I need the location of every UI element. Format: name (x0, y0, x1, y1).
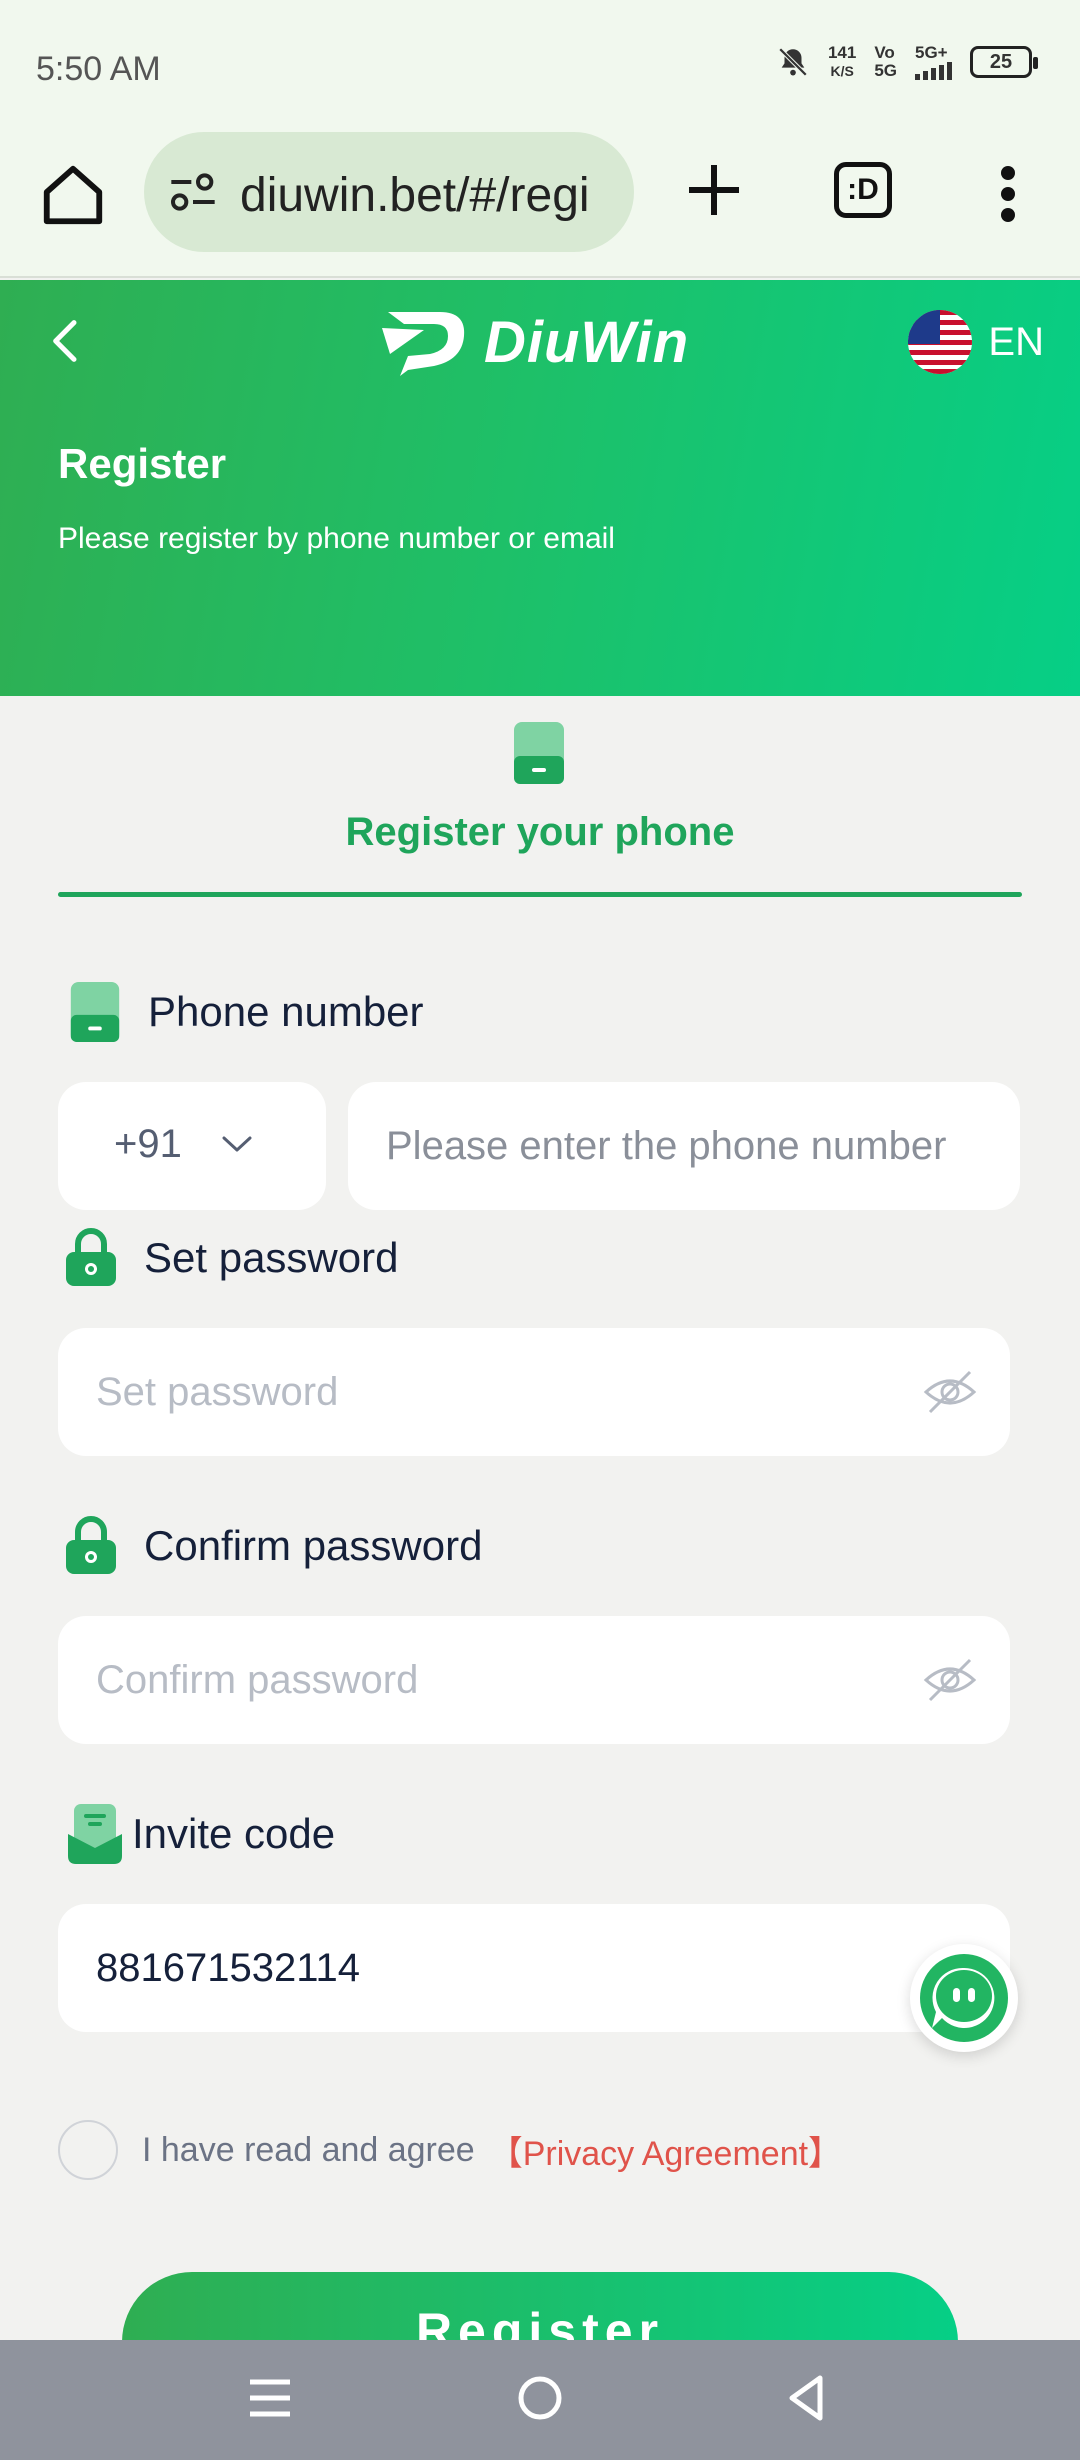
lock-icon (66, 1228, 116, 1286)
invite-code-input[interactable] (96, 1928, 916, 2008)
volte-label: Vo 5G (874, 43, 897, 80)
page-subtitle: Please register by phone number or email (58, 522, 615, 555)
back-arrow-icon[interactable] (44, 316, 84, 366)
phone-number-input[interactable] (386, 1106, 986, 1186)
chat-bubble-icon (920, 1954, 1008, 2042)
status-icons: 141 K/S Vo 5G 5G+ 25 (776, 43, 1038, 80)
system-nav-bar (0, 2340, 1080, 2460)
language-selector[interactable]: EN (908, 310, 1044, 374)
brand-logo: DiuWin (378, 302, 689, 382)
agree-checkbox[interactable] (58, 2120, 118, 2180)
brand-name: DiuWin (484, 309, 690, 375)
site-settings-icon[interactable] (168, 172, 218, 212)
agree-text: I have read and agree (142, 2130, 475, 2169)
tab-register-phone[interactable]: Register your phone (0, 810, 1080, 855)
agreement-row: I have read and agree 【Privacy Agreement… (58, 2120, 842, 2180)
invite-code-label: Invite code (68, 1804, 335, 1864)
net-speed: 141 K/S (827, 43, 857, 80)
url-bar[interactable]: diuwin.bet/#/regi (144, 132, 634, 252)
browser-toolbar: diuwin.bet/#/regi :D (0, 130, 1080, 278)
customer-service-button[interactable] (910, 1944, 1018, 2052)
phone-number-label: Phone number (68, 982, 424, 1042)
new-tab-icon[interactable] (684, 160, 744, 220)
overflow-menu-icon[interactable] (990, 166, 1026, 222)
chevron-down-icon (222, 1136, 252, 1152)
phone-icon (70, 982, 120, 1042)
tab-underline (58, 892, 1022, 897)
status-bar: 5:50 AM 141 K/S Vo 5G 5G+ 25 (0, 0, 1080, 130)
country-code-select[interactable]: +91 (58, 1082, 326, 1210)
phone-tab-icon (514, 722, 564, 784)
eye-off-icon[interactable] (922, 1656, 978, 1704)
invite-icon (68, 1804, 122, 1864)
confirm-password-input[interactable] (96, 1640, 916, 1720)
battery-icon: 25 (970, 46, 1038, 78)
us-flag-icon (908, 310, 973, 374)
set-password-label: Set password (64, 1228, 398, 1288)
register-header: DiuWin EN Register Please register by ph… (0, 280, 1080, 696)
tab-switcher-button[interactable]: :D (834, 162, 892, 218)
bell-muted-icon (778, 47, 808, 77)
country-code-value: +91 (114, 1122, 182, 1166)
set-password-field[interactable] (58, 1328, 1010, 1456)
page-title: Register (58, 440, 227, 487)
back-triangle-icon[interactable] (778, 2368, 838, 2428)
phone-number-field[interactable] (348, 1082, 1020, 1210)
signal-icon: 5G+ (915, 44, 952, 80)
confirm-password-field[interactable] (58, 1616, 1010, 1744)
url-text: diuwin.bet/#/regi (240, 169, 590, 222)
confirm-password-label: Confirm password (64, 1516, 482, 1576)
language-label: EN (988, 319, 1044, 364)
recent-apps-icon[interactable] (240, 2368, 300, 2428)
home-circle-icon[interactable] (510, 2368, 570, 2428)
invite-code-field[interactable] (58, 1904, 1010, 2032)
brand-mark-icon (382, 312, 465, 376)
privacy-agreement-link[interactable]: 【Privacy Agreement】 (489, 2126, 842, 2175)
status-time: 5:50 AM (36, 50, 161, 88)
eye-off-icon[interactable] (922, 1368, 978, 1416)
set-password-input[interactable] (96, 1352, 916, 1432)
home-icon[interactable] (38, 160, 108, 230)
lock-icon (66, 1516, 116, 1574)
